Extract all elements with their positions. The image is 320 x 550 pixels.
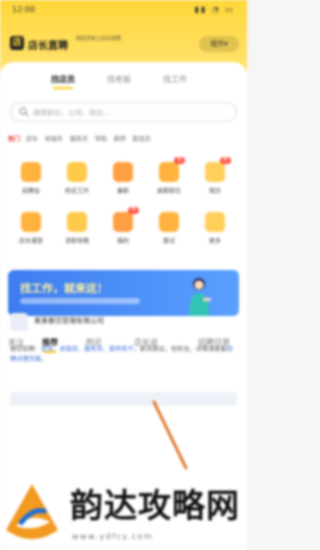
brand-bar: 店 店长直聘 招店员就上店长直聘 城市▾	[0, 30, 247, 60]
feature-grid-item[interactable]: 简历 新	[192, 157, 238, 202]
feature-badge: 热	[128, 207, 140, 214]
city-selector-button[interactable]: 城市▾	[199, 36, 239, 52]
hot-word[interactable]: 服务员	[70, 136, 88, 143]
watermark-url: www.ydfcy.com	[72, 532, 154, 541]
status-icons: ▮▮ ◔ ▭	[194, 5, 235, 14]
feature-icon	[205, 162, 225, 182]
status-time: 12:00	[12, 5, 36, 14]
search-icon	[19, 107, 29, 117]
hot-word[interactable]: 收银员	[45, 136, 63, 143]
feature-icon	[205, 212, 225, 232]
hot-word[interactable]: 厨师	[114, 136, 126, 143]
segment-tab-1[interactable]: 找老板	[107, 74, 131, 85]
post-lead: 餐饮招聘：	[10, 346, 41, 353]
feature-grid-item[interactable]: 店长课堂	[8, 212, 54, 252]
watermark-logo-icon	[6, 484, 58, 539]
feature-label: 附近工作	[64, 188, 89, 195]
hot-words-bar: 热门 店长 收银员 服务员 导购 厨师 配送员	[8, 134, 239, 146]
feature-label: 店长课堂	[18, 238, 43, 245]
feature-label: 求职攻略	[64, 238, 89, 245]
search-placeholder: 搜索职位、公司、岗位…	[33, 109, 110, 117]
feature-badge: 新	[220, 157, 232, 164]
feature-icon	[21, 162, 41, 182]
feature-badge: 热	[174, 157, 186, 164]
feature-icon	[113, 162, 133, 182]
hot-word[interactable]: 导购	[95, 136, 107, 143]
post-mid: ，薪资面议，包吃住。详情请查看	[133, 346, 227, 353]
feature-icon	[159, 212, 179, 232]
banner-title: 找工作，就来这！	[20, 282, 108, 295]
banner-subtitle-bar	[20, 298, 140, 304]
company-name[interactable]: 某某餐饮管理有限公司	[34, 316, 104, 326]
feature-label: 福利	[116, 238, 129, 245]
feature-grid-item[interactable]: 高薪职位 热	[146, 157, 192, 202]
feature-grid-item[interactable]: 求职攻略	[54, 212, 100, 252]
segment-tabs: 找店员 找老板 找工作	[45, 74, 205, 89]
feature-grid-item[interactable]: 福利 热	[100, 207, 146, 252]
main-card: 找店员 找老板 找工作 搜索职位、公司、岗位… 热门 店长 收银员 服务员 导购…	[0, 62, 247, 550]
annotation-pen-icon	[152, 400, 188, 470]
hot-tag: 热门	[8, 136, 21, 143]
post-image[interactable]	[10, 392, 237, 406]
person-illustration-icon	[189, 278, 211, 316]
hot-word[interactable]: 配送员	[133, 136, 151, 143]
feature-grid-item[interactable]: 面试	[146, 212, 192, 252]
feature-grid-item[interactable]: 兼职	[100, 162, 146, 202]
hot-word[interactable]: 店长	[26, 136, 38, 143]
feature-label: 简历	[208, 188, 221, 195]
feature-grid-item[interactable]: 更多	[192, 212, 238, 252]
promo-banner[interactable]: 找工作，就来这！	[8, 270, 239, 316]
feature-grid-item[interactable]: 附近工作	[54, 162, 100, 202]
feature-grid-item[interactable]: 招聘会	[8, 162, 54, 202]
feature-icon	[113, 212, 133, 232]
app-slogan: 招店员就上店长直聘	[76, 36, 122, 42]
feature-label: 兼职	[116, 188, 129, 195]
feature-label: 招聘会	[21, 188, 40, 195]
post-end: 。	[40, 356, 48, 363]
post-link[interactable]: 店长、收银员、服务员、厨师若干	[41, 346, 134, 353]
search-input[interactable]: 搜索职位、公司、岗位…	[10, 102, 237, 122]
feature-icon	[159, 162, 179, 182]
post-text[interactable]: 餐饮招聘：店长、收银员、服务员、厨师若干，薪资面议，包吃住。详情请查看招聘详情页…	[10, 345, 237, 365]
company-avatar[interactable]	[10, 313, 28, 331]
status-bar: 12:00 ▮▮ ◔ ▭	[0, 0, 247, 22]
app-name: 店长直聘	[28, 41, 68, 52]
feature-label: 高薪职位	[156, 188, 181, 195]
feature-icon	[67, 212, 87, 232]
feature-label: 面试	[162, 238, 175, 245]
feature-icon	[67, 162, 87, 182]
segment-tab-0[interactable]: 找店员	[51, 74, 75, 89]
app-logo-icon: 店	[10, 36, 24, 50]
feature-icon	[21, 212, 41, 232]
segment-tab-2[interactable]: 找工作	[163, 74, 187, 85]
watermark-title: 韵达攻略网	[70, 486, 240, 525]
feature-label: 更多	[208, 238, 221, 245]
